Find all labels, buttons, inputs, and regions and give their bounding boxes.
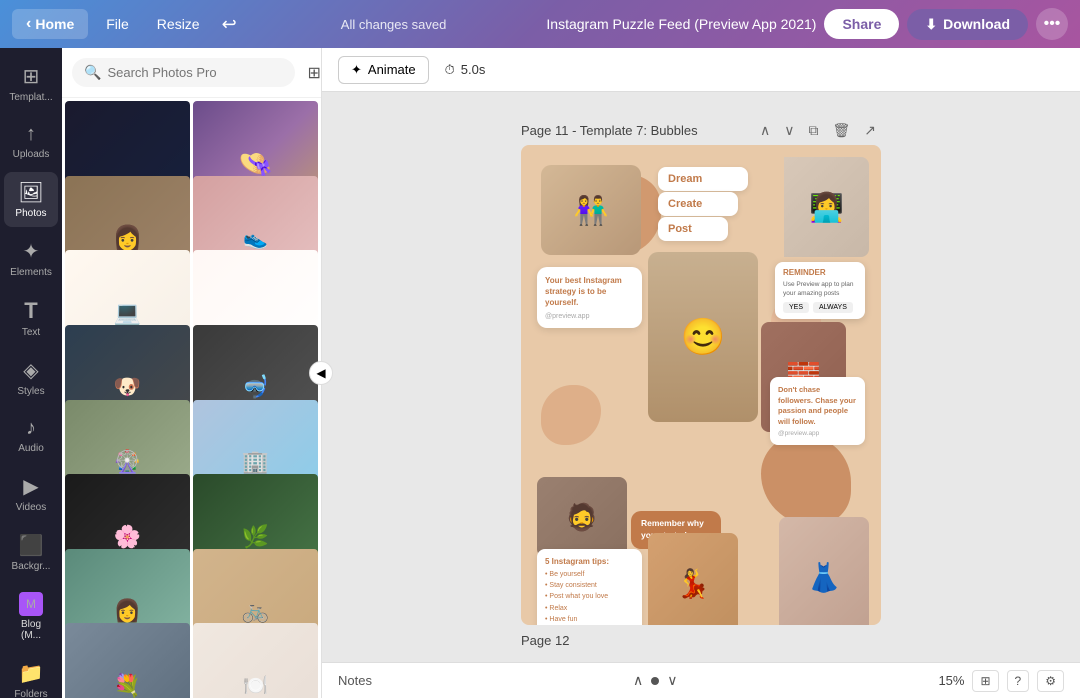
file-button[interactable]: File: [96, 12, 139, 36]
reminder-buttons: YES ALWAYS: [783, 302, 857, 313]
sidebar-item-audio[interactable]: ♪ Audio: [4, 409, 58, 462]
elements-icon: ✦: [23, 239, 40, 264]
icon-sidebar: ⊞ Templat... ↑ Uploads 🖼 Photos ✦ Elemen…: [0, 48, 62, 698]
canvas-area: ✦ Animate ⏱ 5.0s Page 11 - Template 7: B…: [322, 48, 1080, 698]
topbar: Home File Resize ↩ All changes saved Ins…: [0, 0, 1080, 48]
share-button[interactable]: Share: [824, 9, 899, 39]
blog-icon: M: [19, 592, 43, 616]
photo-frame-main-woman[interactable]: 😊: [648, 252, 758, 422]
sidebar-item-text[interactable]: T Text: [4, 290, 58, 346]
resize-button[interactable]: Resize: [147, 12, 210, 36]
page-down-button[interactable]: ∨: [779, 120, 799, 141]
home-button[interactable]: Home: [12, 9, 88, 39]
styles-icon: ◈: [23, 358, 38, 383]
photo-cell[interactable]: 🍽️: [193, 623, 318, 698]
sidebar-item-videos[interactable]: ▶ Videos: [4, 466, 58, 521]
main-content: ⊞ Templat... ↑ Uploads 🖼 Photos ✦ Elemen…: [0, 48, 1080, 698]
sidebar-item-uploads[interactable]: ↑ Uploads: [4, 115, 58, 168]
text-icon: T: [24, 298, 37, 324]
sidebar-item-templates[interactable]: ⊞ Templat...: [4, 56, 58, 111]
post-card: Post: [658, 217, 728, 241]
photo-panel: 🔍 ⊞ 🌆 👒 👩 👟 💻 🐶 🤿 🎡 🏢 🌸 🌿 👩: [62, 48, 322, 698]
saved-status: All changes saved: [249, 17, 539, 32]
dream-card: Dream: [658, 167, 748, 191]
prev-page-button[interactable]: ∧: [633, 672, 643, 689]
settings-button[interactable]: ⚙: [1037, 670, 1064, 692]
canvas-inner: Page 11 - Template 7: Bubbles ∧ ∨ ⧉ 🗑 ↗: [521, 112, 881, 642]
templates-icon: ⊞: [23, 64, 40, 89]
sidebar-item-photos[interactable]: 🖼 Photos: [4, 172, 58, 227]
page-up-button[interactable]: ∧: [755, 120, 775, 141]
search-icon: 🔍: [84, 64, 101, 81]
photo-frame-center-bottom[interactable]: 💃: [648, 533, 738, 625]
tips-card: 5 Instagram tips: • Be yourself • Stay c…: [537, 549, 642, 625]
canvas-toolbar: ✦ Animate ⏱ 5.0s: [322, 48, 1080, 92]
bottom-bar: Notes ∧ ∨ 15% ⊞ ? ⚙: [322, 662, 1080, 698]
search-input-wrap[interactable]: 🔍: [72, 58, 295, 87]
folders-icon: 📁: [19, 661, 44, 686]
page12-label: Page 12: [521, 625, 881, 652]
page11-label-row: Page 11 - Template 7: Bubbles ∧ ∨ ⧉ 🗑 ↗: [521, 112, 881, 145]
animate-button[interactable]: ✦ Animate: [338, 56, 429, 84]
sidebar-item-styles[interactable]: ◈ Styles: [4, 350, 58, 405]
page-copy-button[interactable]: ⧉: [803, 120, 823, 141]
clock-icon: ⏱: [445, 62, 455, 78]
more-options-button[interactable]: •••: [1036, 8, 1068, 40]
page11-controls: ∧ ∨ ⧉ 🗑 ↗: [755, 120, 881, 141]
grid-view-button[interactable]: ⊞: [972, 670, 998, 692]
page-delete-button[interactable]: 🗑: [827, 120, 855, 141]
photo-frame-dress[interactable]: 👗: [779, 517, 869, 625]
download-button[interactable]: ⬇ Download: [907, 9, 1028, 40]
animate-icon: ✦: [351, 62, 362, 78]
sidebar-item-blog[interactable]: M Blog (M...: [4, 584, 58, 649]
dont-chase-card: Don't chase followers. Chase your passio…: [770, 377, 865, 445]
photo-frame-person-left[interactable]: 🧔: [537, 477, 627, 557]
help-button[interactable]: ?: [1007, 670, 1030, 692]
sidebar-item-elements[interactable]: ✦ Elements: [4, 231, 58, 286]
videos-icon: ▶: [23, 474, 38, 499]
download-icon: ⬇: [925, 16, 937, 33]
search-bar: 🔍 ⊞: [62, 48, 321, 98]
reminder-card: REMINDER Use Preview app to plan your am…: [775, 262, 865, 319]
quote-card: Your best Instagram strategy is to be yo…: [537, 267, 642, 328]
template-content: 👫 Dream Create Post: [533, 157, 869, 625]
page-dot: [651, 677, 659, 685]
yes-button[interactable]: YES: [783, 302, 809, 313]
canvas-scroll[interactable]: Page 11 - Template 7: Bubbles ∧ ∨ ⧉ 🗑 ↗: [322, 92, 1080, 662]
photo-frame-couple[interactable]: 👫: [541, 165, 641, 255]
always-button[interactable]: ALWAYS: [813, 302, 853, 313]
undo-button[interactable]: ↩: [218, 10, 241, 39]
search-input[interactable]: [107, 65, 283, 80]
photos-icon: 🖼: [18, 180, 43, 205]
notes-button[interactable]: Notes: [338, 673, 372, 688]
photo-frame-woman[interactable]: 👩‍💻: [784, 157, 869, 257]
photo-cell[interactable]: 💐: [65, 623, 190, 698]
next-page-button[interactable]: ∨: [667, 672, 677, 689]
page11-canvas[interactable]: 👫 Dream Create Post: [521, 145, 881, 625]
create-card: Create: [658, 192, 738, 216]
page11-label: Page 11 - Template 7: Bubbles: [521, 123, 747, 138]
background-icon: ⬛: [19, 533, 44, 558]
sidebar-item-folders[interactable]: 📁 Folders: [4, 653, 58, 698]
page-more-button[interactable]: ↗: [859, 120, 881, 141]
collapse-panel-button[interactable]: ◀: [309, 361, 333, 385]
timer-button[interactable]: ⏱ 5.0s: [445, 62, 486, 78]
zoom-level: 15%: [938, 673, 964, 688]
uploads-icon: ↑: [26, 123, 36, 146]
photo-grid: 🌆 👒 👩 👟 💻 🐶 🤿 🎡 🏢 🌸 🌿 👩 🚲 💐 🍽️: [62, 98, 321, 698]
sidebar-item-background[interactable]: ⬛ Backgr...: [4, 525, 58, 580]
audio-icon: ♪: [26, 417, 36, 440]
page-indicator: ∧ ∨: [633, 672, 678, 689]
bottom-right-controls: 15% ⊞ ? ⚙: [938, 670, 1064, 692]
document-title: Instagram Puzzle Feed (Preview App 2021): [546, 16, 816, 32]
